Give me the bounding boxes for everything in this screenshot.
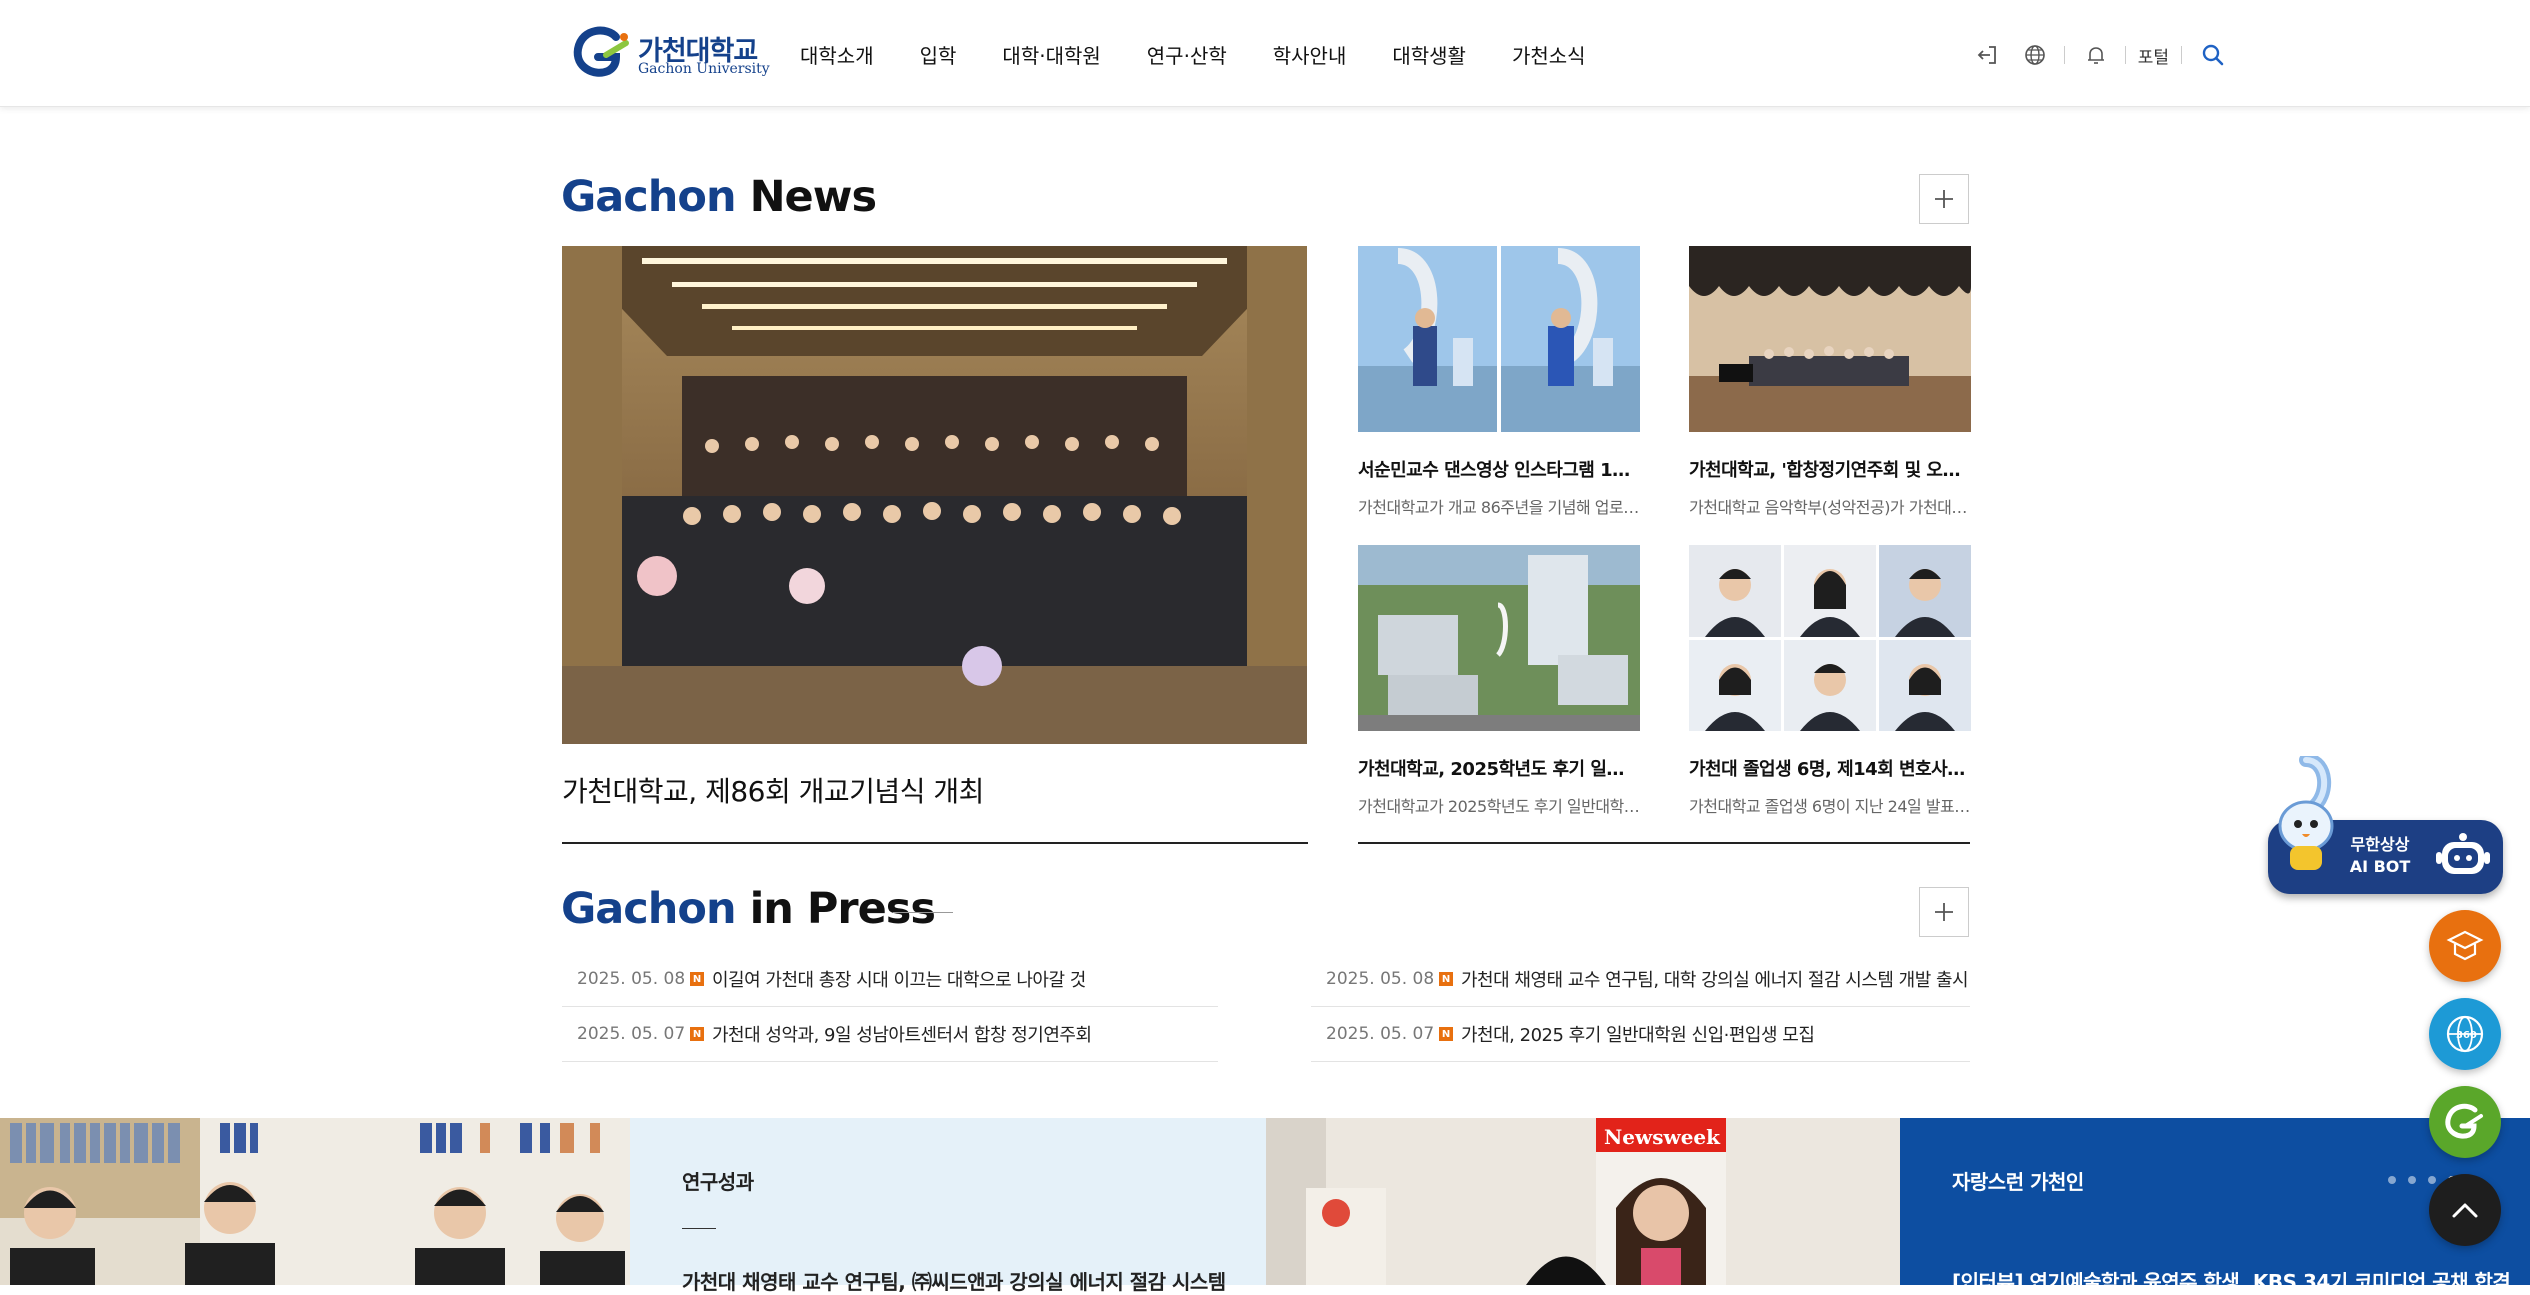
press-date: 2025. 05. 07: [577, 1024, 686, 1044]
news-card-desc: 가천대학교 음악학부(성악전공)가 가천대학교 예음홀에서: [1689, 498, 1971, 517]
university-logo[interactable]: 가천대학교 Gachon University: [572, 25, 770, 79]
chevron-up-icon: [2452, 1203, 2478, 1218]
press-date: 2025. 05. 08: [577, 969, 686, 989]
news-divider-left: [562, 842, 1308, 844]
new-badge: N: [1439, 1027, 1453, 1041]
search-icon[interactable]: [2196, 38, 2230, 72]
nav-campus-life[interactable]: 대학생활: [1392, 40, 1466, 70]
press-section-title: Gachon in Press: [561, 884, 936, 934]
main-nav: 대학소개 입학 대학·대학원 연구·산학 학사안내 대학생활 가천소식: [800, 40, 1632, 70]
newsweek-office-photo: Newsweek: [1266, 1118, 1900, 1285]
news-card[interactable]: 서순민교수 댄스영상 인스타그램 100만 뷰 돌파 가천대학교가 개교 86주…: [1358, 246, 1640, 518]
gachon-logo-icon: [573, 26, 629, 77]
news-thumb-dance: [1358, 246, 1640, 432]
news-card-title: 가천대 졸업생 6명, 제14회 변호사시험 합격: [1689, 759, 1971, 780]
press-item[interactable]: 2025. 05. 07 N 가천대 성악과, 9일 성남아트센터서 합창 정기…: [562, 1007, 1218, 1062]
press-more-button[interactable]: [1919, 887, 1969, 937]
news-card-title: 서순민교수 댄스영상 인스타그램 100만 뷰 돌파: [1358, 460, 1640, 481]
auditorium-group-photo: [562, 246, 1307, 744]
news-title-accent: Gachon: [561, 172, 737, 222]
press-title-dash: [893, 912, 953, 913]
logo-english-text: Gachon University: [638, 61, 770, 77]
news-divider-right: [1358, 842, 1970, 844]
proud-label: 자랑스런 가천인: [1952, 1170, 2084, 1194]
main-news-photo[interactable]: [562, 246, 1307, 744]
research-label: 연구성과: [682, 1170, 754, 1194]
press-title: 가천대, 2025 후기 일반대학원 신입·편입생 모집: [1461, 1025, 1815, 1046]
login-icon[interactable]: [1970, 38, 2004, 72]
gachon-g-icon: [2445, 1103, 2483, 1139]
news-card-desc: 가천대학교가 2025학년도 후기 일반대학원 신입생을 모집: [1358, 797, 1640, 816]
globe-360-icon: 360: [2446, 1015, 2484, 1053]
proud-headline: [인터뷰] 연기예술학과 윤연주 학생, KBS 34기 코미디언 공채 합격: [1952, 1270, 2511, 1294]
research-headline: 가천대 채영태 교수 연구팀, ㈜씨드앤과 강의실 에너지 절감 시스템: [682, 1270, 1226, 1294]
portal-link[interactable]: 포털: [2138, 43, 2169, 68]
press-item[interactable]: 2025. 05. 08 N 이길여 가천대 총장 시대 이끄는 대학으로 나아…: [562, 952, 1218, 1007]
press-date: 2025. 05. 07: [1326, 1024, 1435, 1044]
newsweek-masthead: Newsweek: [1604, 1125, 1721, 1149]
main-news-title[interactable]: 가천대학교, 제86회 개교기념식 개최: [562, 770, 984, 810]
nav-news[interactable]: 가천소식: [1512, 40, 1586, 70]
globe-icon[interactable]: [2018, 38, 2052, 72]
ai-bot-line1: 무한상상: [2350, 835, 2410, 854]
alumni-photo[interactable]: Newsweek: [1266, 1118, 1900, 1285]
slider-dot[interactable]: [2428, 1176, 2436, 1184]
news-card-desc: 가천대학교가 개교 86주년을 기념해 업로드한 영상이 화제: [1358, 498, 1640, 517]
research-team-photo: [0, 1118, 630, 1285]
press-item[interactable]: 2025. 05. 08 N 가천대 채영태 교수 연구팀, 대학 강의실 에너…: [1311, 952, 1970, 1007]
svg-text:360: 360: [2456, 1030, 2477, 1041]
scroll-top-button[interactable]: [2429, 1174, 2501, 1246]
press-title: 이길여 가천대 총장 시대 이끄는 대학으로 나아갈 것: [712, 970, 1086, 991]
research-label-underline: [682, 1228, 716, 1229]
util-divider: [2181, 46, 2182, 64]
news-thumb-concert: [1689, 246, 1971, 432]
academic-quick-button[interactable]: [2429, 910, 2501, 982]
plus-icon: [1935, 190, 1953, 208]
nav-colleges[interactable]: 대학·대학원: [1002, 40, 1100, 70]
util-divider: [2124, 46, 2126, 64]
news-section-title: Gachon News: [561, 172, 877, 222]
press-item[interactable]: 2025. 05. 07 N 가천대, 2025 후기 일반대학원 신입·편입생…: [1311, 1007, 1970, 1062]
util-divider: [2063, 46, 2065, 64]
research-photo[interactable]: [0, 1118, 630, 1285]
utility-menu: 포털: [1956, 38, 2230, 72]
bell-icon[interactable]: [2079, 38, 2113, 72]
site-header: 가천대학교 Gachon University 대학소개 입학 대학·대학원 연…: [0, 0, 2530, 107]
press-title-accent: Gachon: [561, 884, 737, 934]
nav-research[interactable]: 연구·산학: [1147, 40, 1227, 70]
news-card-title: 가천대학교, 2025학년도 후기 일반대학원 모집: [1358, 759, 1640, 780]
news-thumb-graduates: [1689, 545, 1971, 731]
graduation-cap-icon: [2446, 930, 2484, 961]
nav-academics[interactable]: 학사안내: [1273, 40, 1347, 70]
press-title-rest: in Press: [749, 884, 936, 934]
virtual-tour-button[interactable]: 360: [2429, 998, 2501, 1070]
research-panel[interactable]: 연구성과 가천대 채영태 교수 연구팀, ㈜씨드앤과 강의실 에너지 절감 시스…: [630, 1118, 1266, 1294]
ai-bot-line2: AI BOT: [2349, 857, 2411, 876]
mascot-icon: [2278, 756, 2334, 870]
news-card-desc: 가천대학교 졸업생 6명이 지난 24일 발표된 변호사시험에: [1689, 797, 1971, 816]
news-title-rest: News: [749, 172, 877, 222]
new-badge: N: [1439, 972, 1453, 986]
robot-icon: [2436, 833, 2490, 874]
nav-admission[interactable]: 입학: [920, 40, 957, 70]
slider-dot[interactable]: [2388, 1176, 2396, 1184]
news-card[interactable]: 가천대학교, '합창정기연주회 및 오페라 갈라' 개최 가천대학교 음악학부(…: [1689, 246, 1971, 518]
plus-icon: [1935, 903, 1953, 921]
slider-dot[interactable]: [2408, 1176, 2416, 1184]
news-card-title: 가천대학교, '합창정기연주회 및 오페라 갈라' 개최: [1689, 460, 1971, 481]
ai-bot-label: 무한상상 AI BOT: [2340, 834, 2420, 878]
press-title: 가천대 성악과, 9일 성남아트센터서 합창 정기연주회: [712, 1025, 1092, 1046]
new-badge: N: [690, 972, 704, 986]
gachon-app-button[interactable]: [2429, 1086, 2501, 1158]
news-thumb-campus: [1358, 545, 1640, 731]
news-more-button[interactable]: [1919, 174, 1969, 224]
news-card[interactable]: 가천대 졸업생 6명, 제14회 변호사시험 합격 가천대학교 졸업생 6명이 …: [1689, 545, 1971, 817]
new-badge: N: [690, 1027, 704, 1041]
press-title: 가천대 채영태 교수 연구팀, 대학 강의실 에너지 절감 시스템 개발 출시: [1461, 970, 1969, 991]
nav-about[interactable]: 대학소개: [800, 40, 874, 70]
news-card[interactable]: 가천대학교, 2025학년도 후기 일반대학원 모집 가천대학교가 2025학년…: [1358, 545, 1640, 817]
press-date: 2025. 05. 08: [1326, 969, 1435, 989]
